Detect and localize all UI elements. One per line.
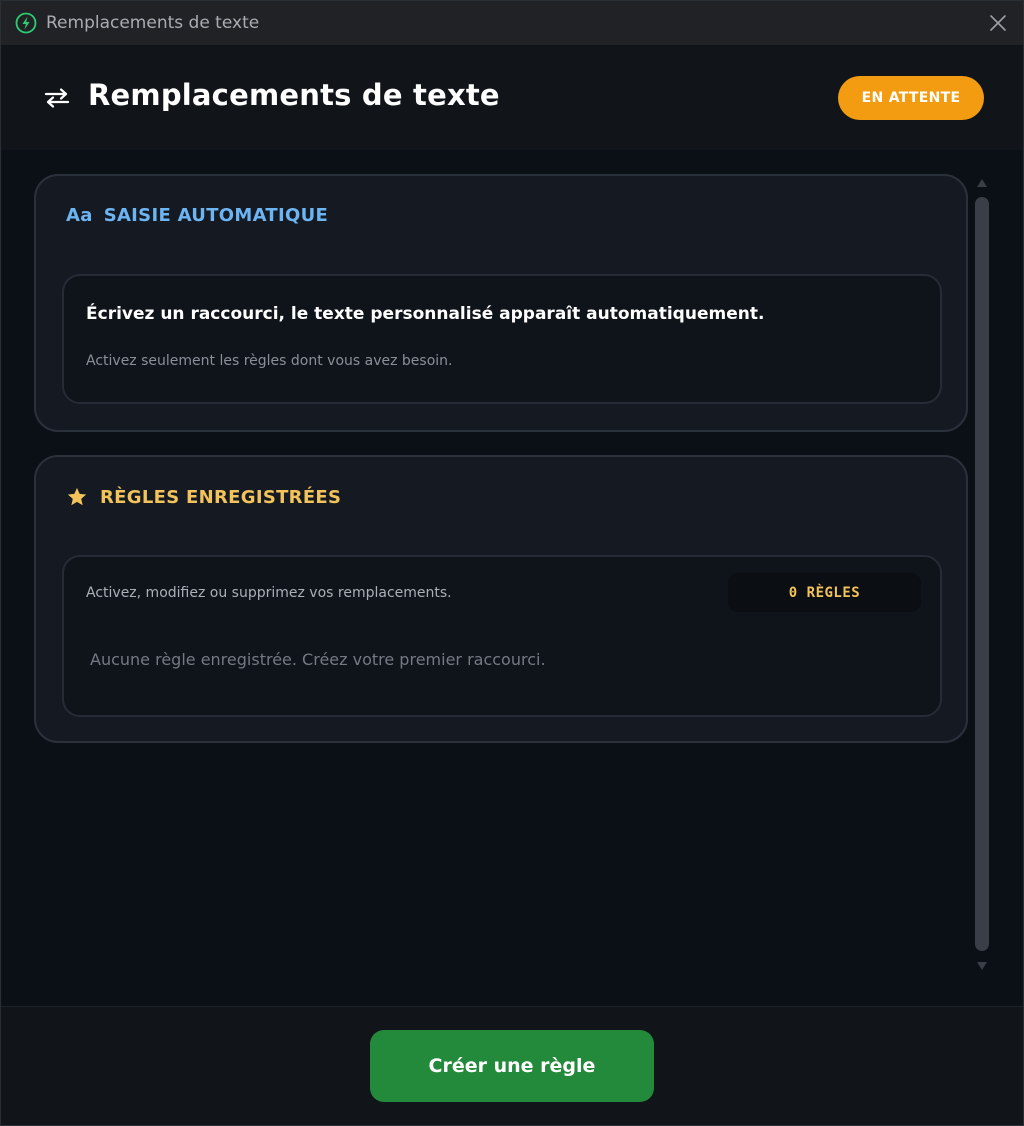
auto-input-header: Aa SAISIE AUTOMATIQUE bbox=[66, 205, 328, 226]
window-title: Remplacements de texte bbox=[46, 13, 260, 33]
rules-count-badge: 0 RÈGLES bbox=[728, 573, 921, 612]
saved-rules-title: RÈGLES ENREGISTRÉES bbox=[100, 486, 342, 508]
auto-input-note: Activez seulement les règles dont vous a… bbox=[86, 353, 453, 369]
swap-arrows-icon bbox=[44, 88, 70, 108]
title-bar[interactable]: Remplacements de texte bbox=[1, 1, 1023, 45]
status-badge: EN ATTENTE bbox=[838, 76, 984, 120]
text-case-icon: Aa bbox=[66, 205, 93, 226]
scroll-up-arrow-icon[interactable] bbox=[976, 178, 988, 188]
saved-rules-header: RÈGLES ENREGISTRÉES bbox=[66, 486, 341, 508]
lightning-bolt-icon bbox=[15, 12, 37, 34]
app-window: Remplacements de texte Remplacements de … bbox=[0, 0, 1024, 1126]
page-title: Remplacements de texte bbox=[88, 78, 500, 112]
close-button[interactable] bbox=[985, 10, 1011, 36]
scroll-down-arrow-icon[interactable] bbox=[976, 961, 988, 971]
close-icon bbox=[990, 15, 1006, 31]
auto-input-title: SAISIE AUTOMATIQUE bbox=[103, 205, 329, 226]
star-icon bbox=[67, 487, 87, 506]
auto-input-info-box: Écrivez un raccourci, le texte personnal… bbox=[62, 274, 942, 404]
footer-bar: Créer une règle bbox=[1, 1006, 1023, 1125]
empty-rules-message: Aucune règle enregistrée. Créez votre pr… bbox=[90, 650, 546, 669]
main-content: Aa SAISIE AUTOMATIQUE Écrivez un raccour… bbox=[1, 150, 1023, 1006]
scrollbar-thumb[interactable] bbox=[975, 197, 989, 951]
auto-input-headline: Écrivez un raccourci, le texte personnal… bbox=[86, 304, 765, 324]
saved-rules-box: Activez, modifiez ou supprimez vos rempl… bbox=[62, 555, 942, 717]
saved-rules-description: Activez, modifiez ou supprimez vos rempl… bbox=[86, 585, 452, 601]
page-header: Remplacements de texte EN ATTENTE bbox=[1, 45, 1023, 150]
create-rule-button[interactable]: Créer une règle bbox=[370, 1030, 654, 1102]
saved-rules-card: RÈGLES ENREGISTRÉES Activez, modifiez ou… bbox=[34, 455, 968, 743]
auto-input-card: Aa SAISIE AUTOMATIQUE Écrivez un raccour… bbox=[34, 174, 968, 432]
